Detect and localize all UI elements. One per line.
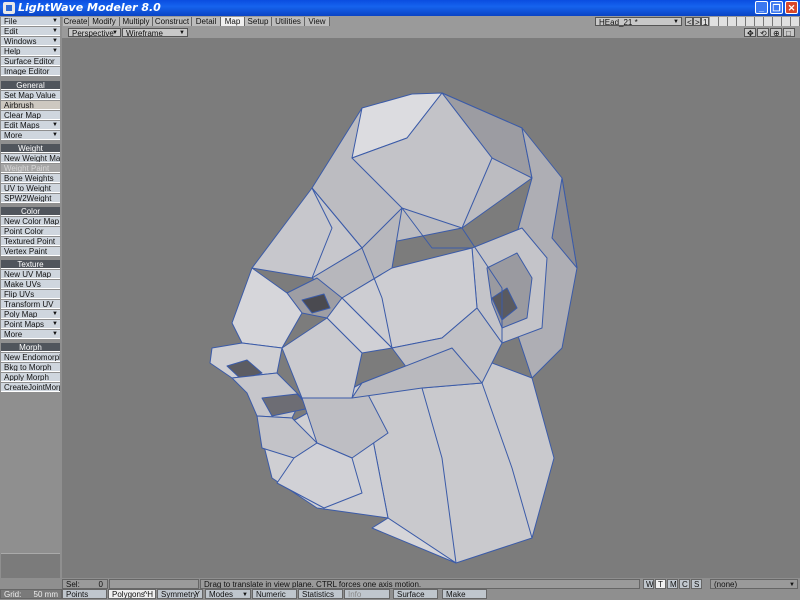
new-color-map-button[interactable]: New Color Map <box>1 217 60 226</box>
map-t-button[interactable]: T <box>655 579 666 589</box>
general-more-menu[interactable]: More <box>1 131 60 140</box>
group-general-header: General <box>1 81 60 90</box>
maximize-button[interactable]: ❐ <box>770 1 783 14</box>
symmetry-button[interactable]: Symmetry Y <box>157 589 203 599</box>
vertex-paint-button[interactable]: Vertex Paint <box>1 247 60 256</box>
rotate-view-icon[interactable]: ⟲ <box>757 28 769 38</box>
tab-detail[interactable]: Detail <box>192 17 221 26</box>
menu-windows[interactable]: Windows <box>1 37 60 46</box>
close-button[interactable]: ✕ <box>785 1 798 14</box>
point-maps-menu[interactable]: Point Maps <box>1 320 60 329</box>
selection-label: Sel: <box>66 580 80 589</box>
grid-value: 50 mm <box>33 590 58 599</box>
tab-map[interactable]: Map <box>221 17 245 26</box>
grid-label: Grid: <box>4 590 22 599</box>
polygons-shortcut: ^H <box>143 590 153 599</box>
tab-modify[interactable]: Modify <box>89 17 120 26</box>
hint-text: Drag to translate in view plane. CTRL fo… <box>200 579 640 589</box>
tab-view[interactable]: View <box>305 17 330 26</box>
numeric-button[interactable]: Numeric <box>252 589 297 599</box>
clear-map-button[interactable]: Clear Map <box>1 111 60 120</box>
next-layer-button[interactable]: > <box>693 17 701 27</box>
symmetry-label: Symmetry <box>161 590 197 599</box>
selection-count: Sel: 0 <box>62 579 108 589</box>
set-map-value-button[interactable]: Set Map Value <box>1 91 60 100</box>
vertex-map-select[interactable]: (none) <box>710 579 798 589</box>
spw2weight-button[interactable]: SPW2Weight <box>1 194 60 203</box>
view-mode-select[interactable]: Perspective <box>68 28 121 38</box>
modes-menu[interactable]: Modes <box>205 589 251 599</box>
uv-to-weight-button[interactable]: UV to Weight <box>1 184 60 193</box>
zoom-view-icon[interactable]: ⊕ <box>770 28 782 38</box>
map-m-button[interactable]: M <box>667 579 678 589</box>
menu-help[interactable]: Help <box>1 47 60 56</box>
status-bar: Sel: 0 Drag to translate in view plane. … <box>0 578 800 600</box>
points-mode-button[interactable]: Points <box>62 589 107 599</box>
tab-construct[interactable]: Construct <box>153 17 192 26</box>
map-c-button[interactable]: C <box>679 579 690 589</box>
tab-utilities[interactable]: Utilities <box>272 17 305 26</box>
group-weight-header: Weight <box>1 144 60 153</box>
group-texture-header: Texture <box>1 260 60 269</box>
group-color-header: Color <box>1 207 60 216</box>
weight-paint-button[interactable]: Weight Paint <box>1 164 60 173</box>
map-s-button[interactable]: S <box>691 579 702 589</box>
create-joint-morph-button[interactable]: CreateJointMorph <box>1 383 60 392</box>
object-select[interactable]: HEad_21 * <box>595 17 682 27</box>
move-view-icon[interactable]: ✥ <box>744 28 756 38</box>
surface-editor-button[interactable]: Surface Editor <box>1 57 60 66</box>
flip-uvs-button[interactable]: Flip UVs <box>1 290 60 299</box>
tab-multiply[interactable]: Multiply <box>120 17 153 26</box>
edit-maps-menu[interactable]: Edit Maps <box>1 121 60 130</box>
new-endomorph-button[interactable]: New Endomorph <box>1 353 60 362</box>
app-icon <box>3 2 15 14</box>
minimize-button[interactable]: _ <box>755 1 768 14</box>
polygons-mode-button[interactable]: Polygons ^H <box>108 589 156 599</box>
statistics-button[interactable]: Statistics <box>298 589 343 599</box>
layer-number: 1 <box>701 17 709 27</box>
new-weight-map-button[interactable]: New Weight Map <box>1 154 60 163</box>
transform-uv-button[interactable]: Transform UV <box>1 300 60 309</box>
poly-map-menu[interactable]: Poly Map <box>1 310 60 319</box>
bone-weights-button[interactable]: Bone Weights <box>1 174 60 183</box>
info-button[interactable]: Info <box>344 589 390 599</box>
texture-more-menu[interactable]: More <box>1 330 60 339</box>
surface-button[interactable]: Surface <box>393 589 438 599</box>
tab-setup[interactable]: Setup <box>245 17 272 26</box>
window-title: LightWave Modeler 8.0 <box>18 1 161 14</box>
make-uvs-button[interactable]: Make UVs <box>1 280 60 289</box>
selection-value: 0 <box>98 580 103 589</box>
maximize-view-icon[interactable]: □ <box>783 28 795 38</box>
status-blank-field <box>109 579 199 589</box>
apply-morph-button[interactable]: Apply Morph <box>1 373 60 382</box>
grid-readout: Grid: 50 mm <box>0 589 62 599</box>
menu-file[interactable]: File <box>1 17 60 26</box>
shading-mode-select[interactable]: Wireframe Shade <box>122 28 188 47</box>
make-button[interactable]: Make <box>442 589 487 599</box>
tab-create[interactable]: Create <box>63 17 89 26</box>
sidebar-spacer-panel <box>1 553 60 579</box>
prev-layer-button[interactable]: < <box>685 17 693 27</box>
airbrush-button[interactable]: Airbrush <box>1 101 60 110</box>
tab-bar: Create Modify Multiply Construct Detail … <box>0 16 800 27</box>
viewport-header: Perspective Wireframe Shade ✥ ⟲ ⊕ □ <box>62 27 800 47</box>
title-bar: LightWave Modeler 8.0 _ ❐ ✕ <box>0 0 800 16</box>
group-morph-header: Morph <box>1 343 60 352</box>
toolbar-sidebar: File Edit Windows Help Surface Editor Im… <box>0 16 62 579</box>
layer-buttons[interactable] <box>710 17 800 26</box>
point-color-button[interactable]: Point Color <box>1 227 60 236</box>
map-w-button[interactable]: W <box>643 579 654 589</box>
image-editor-button[interactable]: Image Editor <box>1 67 60 76</box>
bkg-to-morph-button[interactable]: Bkg to Morph <box>1 363 60 372</box>
menu-edit[interactable]: Edit <box>1 27 60 36</box>
perspective-viewport[interactable] <box>62 38 800 578</box>
textured-point-button[interactable]: Textured Point <box>1 237 60 246</box>
symmetry-axis: Y <box>194 590 200 599</box>
head-model-wireframe <box>209 92 578 564</box>
polygons-label: Polygons <box>112 590 145 599</box>
new-uv-map-button[interactable]: New UV Map <box>1 270 60 279</box>
